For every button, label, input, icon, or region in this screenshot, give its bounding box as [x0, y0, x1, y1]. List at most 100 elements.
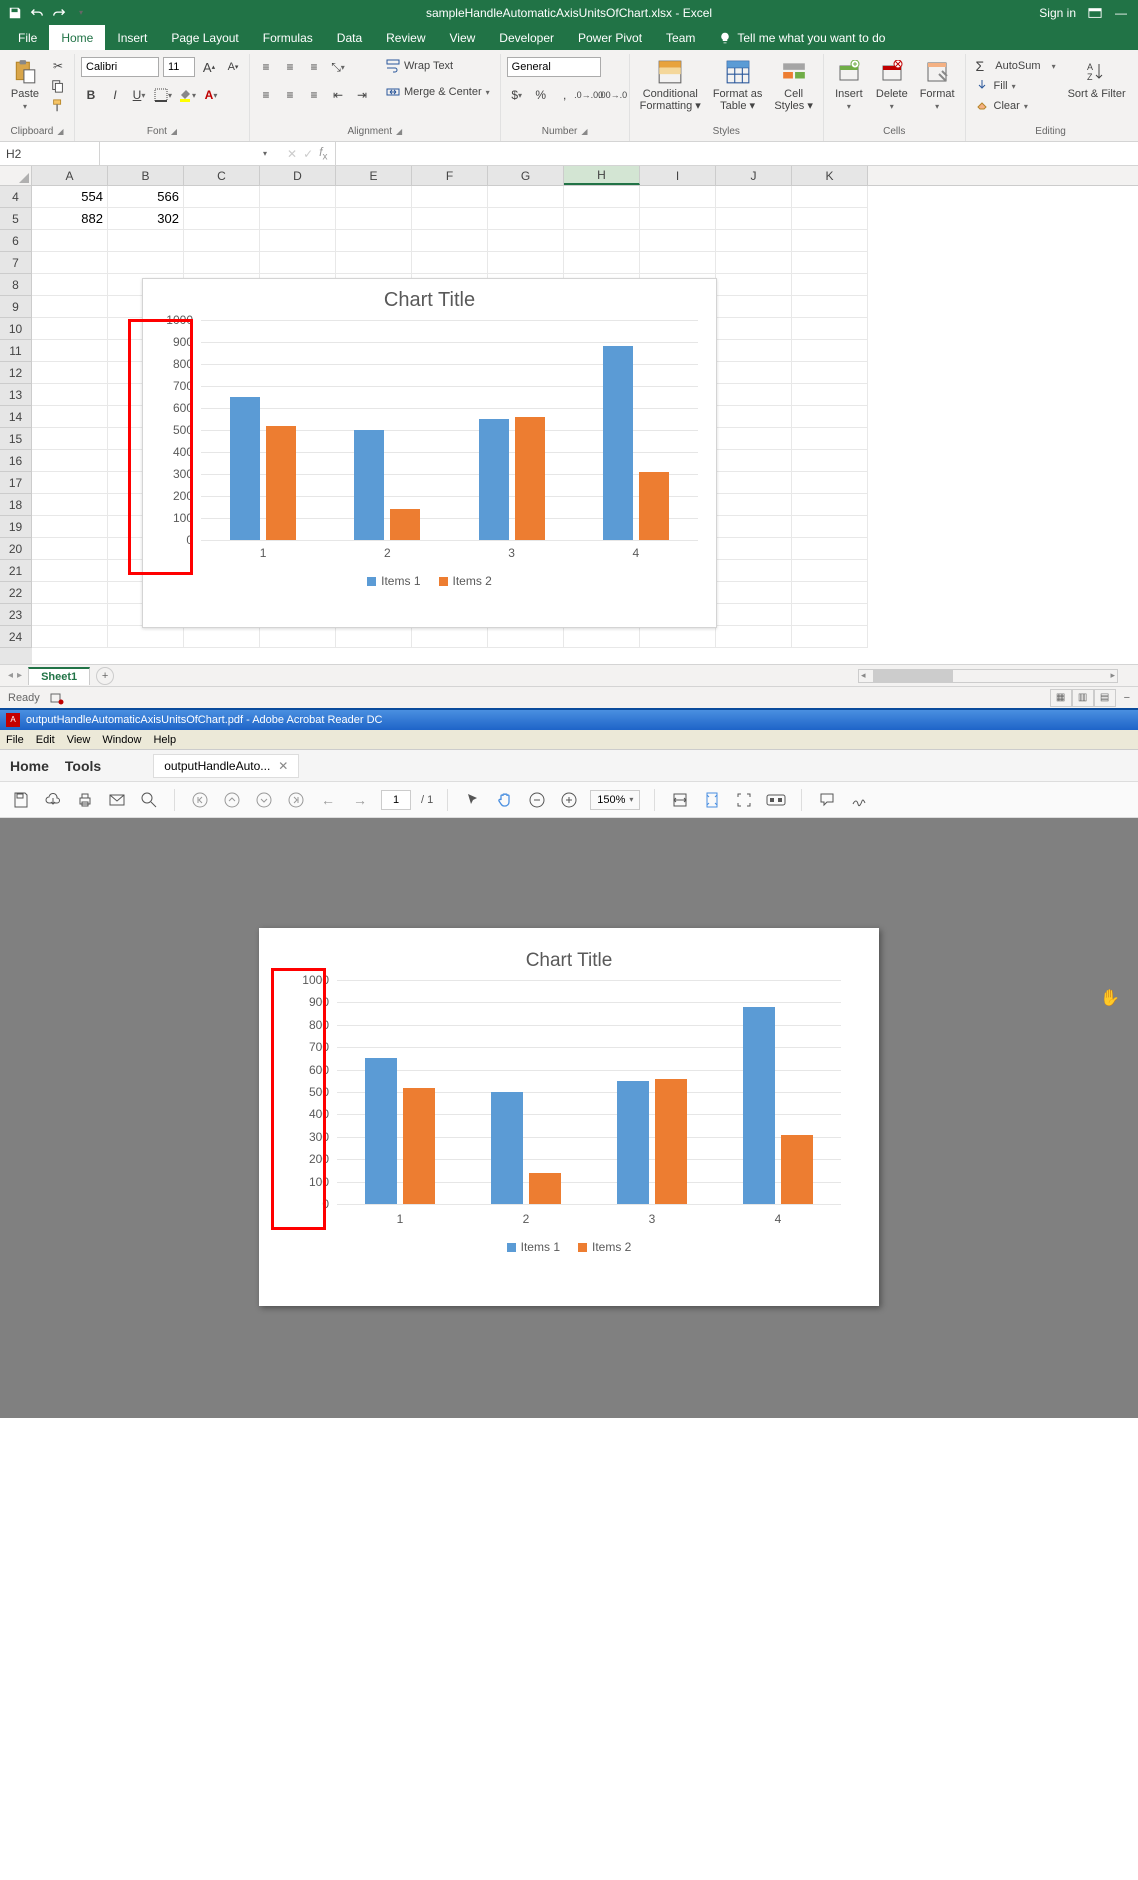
cell[interactable]	[640, 626, 716, 648]
cell[interactable]	[716, 274, 792, 296]
copy-icon[interactable]	[48, 76, 68, 96]
column-header[interactable]: E	[336, 166, 412, 185]
fx-icon[interactable]: fx	[319, 145, 327, 162]
cell[interactable]	[716, 362, 792, 384]
cell[interactable]	[716, 604, 792, 626]
row-header[interactable]: 21	[0, 560, 32, 582]
cell[interactable]	[716, 428, 792, 450]
page-number-input[interactable]	[381, 790, 411, 810]
cell[interactable]	[32, 560, 108, 582]
cell[interactable]	[260, 626, 336, 648]
tab-developer[interactable]: Developer	[487, 25, 566, 50]
dialog-launcher-icon[interactable]: ◢	[57, 127, 63, 136]
cell[interactable]	[716, 626, 792, 648]
name-box[interactable]: H2	[0, 142, 100, 165]
orientation-icon[interactable]: ⤡▾	[328, 57, 348, 77]
cell[interactable]	[108, 252, 184, 274]
normal-view-icon[interactable]: ▦	[1050, 689, 1072, 707]
delete-cells-button[interactable]: Delete▾	[872, 56, 912, 113]
row-header[interactable]: 23	[0, 604, 32, 626]
cell[interactable]	[792, 428, 868, 450]
scroll-left-icon[interactable]: ◂	[861, 670, 866, 681]
format-as-table-button[interactable]: Format asTable ▾	[709, 56, 767, 114]
tab-home[interactable]: Home	[49, 25, 105, 50]
cell[interactable]	[488, 252, 564, 274]
row-header[interactable]: 18	[0, 494, 32, 516]
cell[interactable]	[716, 252, 792, 274]
cell[interactable]	[184, 186, 260, 208]
cell[interactable]	[716, 296, 792, 318]
cell[interactable]	[412, 230, 488, 252]
tell-me-input[interactable]: Tell me what you want to do	[707, 25, 897, 50]
cell[interactable]	[32, 516, 108, 538]
zoom-in-icon[interactable]	[558, 789, 580, 811]
menu-view[interactable]: View	[67, 734, 91, 746]
cell[interactable]	[716, 472, 792, 494]
tab-data[interactable]: Data	[325, 25, 374, 50]
cell[interactable]	[564, 230, 640, 252]
align-right-icon[interactable]: ≡	[304, 85, 324, 105]
font-color-icon[interactable]: A▾	[201, 85, 221, 105]
bar[interactable]	[365, 1058, 397, 1204]
cell[interactable]	[32, 340, 108, 362]
merge-center-button[interactable]: Merge & Center▾	[382, 82, 494, 102]
zoom-select[interactable]: 150%▾	[590, 790, 640, 810]
enter-formula-icon[interactable]: ✓	[303, 147, 313, 161]
shrink-font-icon[interactable]: A▾	[223, 57, 243, 77]
align-left-icon[interactable]: ≡	[256, 85, 276, 105]
cell[interactable]	[488, 626, 564, 648]
sort-filter-button[interactable]: AZ Sort & Filter	[1064, 56, 1130, 102]
tab-review[interactable]: Review	[374, 25, 437, 50]
cell[interactable]	[564, 186, 640, 208]
cell[interactable]	[32, 604, 108, 626]
row-header[interactable]: 9	[0, 296, 32, 318]
horizontal-scrollbar[interactable]: ◂ ▸	[858, 669, 1118, 683]
cell[interactable]	[32, 296, 108, 318]
cell[interactable]	[792, 252, 868, 274]
cell[interactable]	[488, 208, 564, 230]
cell[interactable]	[32, 582, 108, 604]
bar[interactable]	[403, 1088, 435, 1204]
cell[interactable]	[412, 186, 488, 208]
cell[interactable]	[32, 406, 108, 428]
cell[interactable]	[336, 626, 412, 648]
fill-color-icon[interactable]: ▾	[177, 85, 197, 105]
select-all-corner[interactable]	[0, 166, 32, 185]
increase-indent-icon[interactable]: ⇥	[352, 85, 372, 105]
print-icon[interactable]	[74, 789, 96, 811]
currency-icon[interactable]: $▾	[507, 85, 527, 105]
formula-input[interactable]	[336, 142, 1138, 165]
row-header[interactable]: 16	[0, 450, 32, 472]
cell[interactable]	[260, 230, 336, 252]
embedded-chart[interactable]: Chart Title 0100200300400500600700800900…	[142, 278, 717, 628]
cell[interactable]	[716, 450, 792, 472]
cell[interactable]	[792, 516, 868, 538]
cell[interactable]	[716, 384, 792, 406]
cell[interactable]	[716, 406, 792, 428]
cell[interactable]	[716, 494, 792, 516]
cell[interactable]	[336, 208, 412, 230]
cell[interactable]	[488, 186, 564, 208]
cancel-formula-icon[interactable]: ✕	[287, 147, 297, 161]
cell[interactable]	[640, 230, 716, 252]
cell[interactable]	[184, 626, 260, 648]
row-header[interactable]: 5	[0, 208, 32, 230]
column-header[interactable]: K	[792, 166, 868, 185]
row-header[interactable]: 8	[0, 274, 32, 296]
cell[interactable]	[792, 604, 868, 626]
increase-decimal-icon[interactable]: .0→.00	[579, 85, 599, 105]
column-header[interactable]: B	[108, 166, 184, 185]
cell[interactable]	[32, 252, 108, 274]
fullscreen-icon[interactable]	[733, 789, 755, 811]
cell[interactable]	[716, 516, 792, 538]
cell[interactable]	[640, 186, 716, 208]
cell[interactable]	[640, 252, 716, 274]
align-top-icon[interactable]: ≡	[256, 57, 276, 77]
format-cells-button[interactable]: Format▾	[916, 56, 959, 113]
cell[interactable]	[792, 318, 868, 340]
bar[interactable]	[743, 1007, 775, 1204]
scrollbar-thumb[interactable]	[873, 670, 953, 682]
column-header[interactable]: J	[716, 166, 792, 185]
border-icon[interactable]: ▾	[153, 85, 173, 105]
sheet-tab-sheet1[interactable]: Sheet1	[28, 667, 90, 685]
